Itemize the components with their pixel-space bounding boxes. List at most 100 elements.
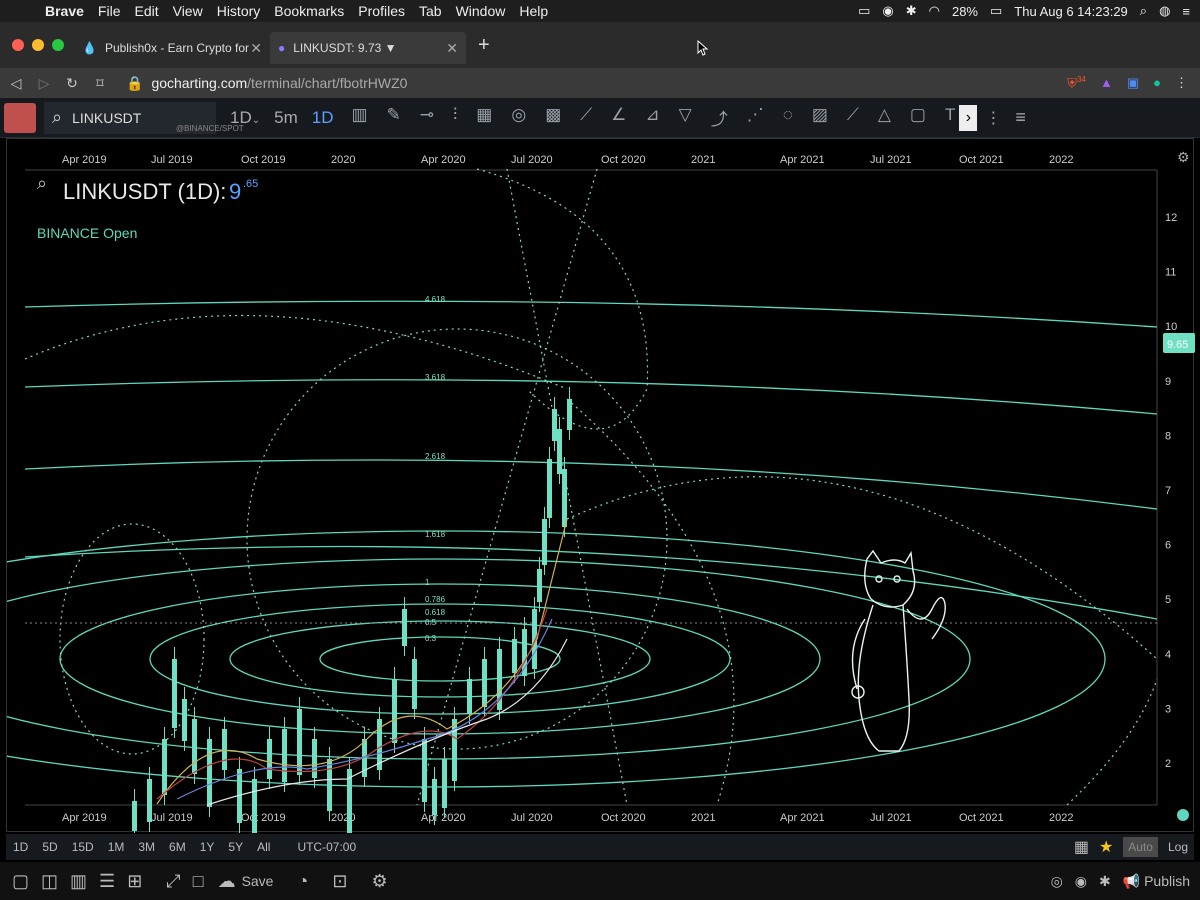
vertical-line-icon[interactable]: ⫶ bbox=[453, 105, 457, 130]
grid-icon[interactable]: ▦ bbox=[476, 105, 492, 130]
fib-circle-icon[interactable]: ◌ bbox=[783, 105, 793, 130]
timezone-label[interactable]: UTC-07:00 bbox=[297, 840, 356, 854]
range-5d[interactable]: 5D bbox=[35, 840, 64, 854]
minimize-window-button[interactable] bbox=[32, 39, 44, 51]
fib-grid-icon[interactable]: ▩ bbox=[545, 105, 561, 130]
bluetooth-icon[interactable]: ✱ bbox=[906, 3, 917, 19]
candlestick-icon[interactable]: ▥ bbox=[351, 105, 367, 130]
y-tick-label: 4 bbox=[1165, 649, 1171, 661]
bookmark-icon[interactable]: ⌑ bbox=[88, 75, 112, 92]
range-1m[interactable]: 1M bbox=[101, 840, 132, 854]
spotlight-search-icon[interactable]: ⌕ bbox=[1140, 3, 1147, 19]
add-chart-icon[interactable]: ⊡ bbox=[332, 871, 347, 892]
hamburger-menu-icon[interactable]: ≡ bbox=[1015, 107, 1026, 128]
layout-split-icon[interactable]: ◫ bbox=[41, 871, 58, 892]
grammarly-extension-icon[interactable]: ● bbox=[1153, 75, 1161, 91]
chart-area[interactable]: Apr 2019 Jul 2019 Oct 2019 2020 Apr 2020 Jul … bbox=[0, 138, 1195, 856]
battery-icon[interactable]: ▭ bbox=[990, 3, 1002, 19]
timeframe-5m-button[interactable]: 5m bbox=[274, 108, 298, 128]
spiral-icon[interactable]: ◎ bbox=[511, 105, 526, 130]
symbol-search-box[interactable]: ⌕ LINKUSDT @BINANCE/SPOT bbox=[44, 101, 244, 134]
x-tick-label: Jul 2021 bbox=[870, 812, 912, 824]
menu-window[interactable]: Window bbox=[449, 3, 513, 19]
angle-icon[interactable]: ∠ bbox=[611, 105, 626, 130]
close-tab-icon[interactable]: ✕ bbox=[446, 40, 458, 57]
ray-icon[interactable]: ⟋ bbox=[847, 105, 859, 130]
new-tab-button[interactable]: + bbox=[478, 34, 490, 57]
bug-icon[interactable]: ✱ bbox=[1099, 873, 1111, 890]
menu-app-name[interactable]: Brave bbox=[38, 3, 91, 19]
menu-bookmarks[interactable]: Bookmarks bbox=[267, 3, 351, 19]
brave-shield-icon[interactable]: ⛨34 bbox=[1067, 75, 1086, 91]
grid-toggle-icon[interactable]: ▦ bbox=[1074, 837, 1089, 857]
chart-canvas[interactable]: Apr 2019 Jul 2019 Oct 2019 2020 Apr 2020 Jul … bbox=[0, 139, 1195, 856]
pencil-icon[interactable]: ✎ bbox=[387, 105, 401, 130]
range-5y[interactable]: 5Y bbox=[221, 840, 250, 854]
cloud-icon[interactable]: ☁ bbox=[218, 871, 236, 892]
clock[interactable]: Thu Aug 6 14:23:29 bbox=[1014, 4, 1127, 19]
publish-button[interactable]: 📢 Publish bbox=[1123, 873, 1190, 890]
skype-icon[interactable]: ◉ bbox=[882, 3, 893, 19]
square-icon[interactable]: □ bbox=[193, 871, 204, 892]
trend-line-icon[interactable]: ⟋ bbox=[580, 105, 592, 130]
browser-menu-icon[interactable]: ⋮ bbox=[1175, 75, 1188, 91]
forward-icon[interactable]: ▷ bbox=[32, 75, 56, 92]
scroll-indicator[interactable] bbox=[1177, 809, 1189, 821]
range-1y[interactable]: 1Y bbox=[193, 840, 222, 854]
more-options-icon[interactable]: ⋮ bbox=[985, 108, 1001, 128]
menu-help[interactable]: Help bbox=[512, 3, 555, 19]
layout-single-icon[interactable]: ▢ bbox=[12, 871, 29, 892]
fullscreen-icon[interactable]: ⤢ bbox=[166, 871, 180, 892]
auto-scale-button[interactable]: Auto bbox=[1123, 837, 1158, 857]
layout-triple-icon[interactable]: ▥ bbox=[70, 871, 87, 892]
tab-linkusdt[interactable]: ● LINKUSDT: 9.73 ▼ ✕ bbox=[270, 32, 466, 64]
log-scale-button[interactable]: Log bbox=[1168, 840, 1188, 854]
reload-icon[interactable]: ↻ bbox=[60, 75, 84, 92]
close-tab-icon[interactable]: ✕ bbox=[250, 40, 262, 57]
tab-publish0x[interactable]: 💧 Publish0x - Earn Crypto for Publ ✕ bbox=[74, 32, 270, 64]
wifi-icon[interactable]: ◠ bbox=[929, 3, 940, 19]
menu-tab[interactable]: Tab bbox=[412, 3, 449, 19]
layout-rows-icon[interactable]: ☰ bbox=[99, 871, 115, 892]
range-1d[interactable]: 1D bbox=[6, 840, 35, 854]
star-icon[interactable]: ★ bbox=[1099, 837, 1113, 857]
range-3m[interactable]: 3M bbox=[131, 840, 162, 854]
text-icon[interactable]: T bbox=[945, 105, 955, 130]
fib-fan-icon[interactable]: ⊿ bbox=[645, 105, 659, 130]
layout-quad-icon[interactable]: ⊞ bbox=[127, 871, 142, 892]
range-15d[interactable]: 15D bbox=[65, 840, 101, 854]
back-icon[interactable]: ◁ bbox=[4, 75, 28, 92]
close-window-button[interactable] bbox=[12, 39, 24, 51]
timeframe-1d-button[interactable]: 1D bbox=[312, 108, 334, 128]
chat-icon[interactable]: ◎ bbox=[1051, 873, 1063, 890]
gann-fan-icon[interactable]: ⋰ bbox=[747, 105, 764, 130]
horizontal-line-icon[interactable]: ⊸ bbox=[420, 105, 434, 130]
screen-icon[interactable]: ▭ bbox=[858, 3, 870, 19]
zoom-icon[interactable]: ⌕ bbox=[37, 173, 47, 193]
filter-icon[interactable]: ▽ bbox=[679, 105, 692, 130]
menu-profiles[interactable]: Profiles bbox=[351, 3, 412, 19]
settings-gear-icon[interactable]: ⚙ bbox=[1177, 149, 1190, 165]
save-button[interactable]: Save bbox=[242, 873, 274, 889]
zoom-window-button[interactable] bbox=[52, 39, 64, 51]
range-all[interactable]: All bbox=[250, 840, 277, 854]
menu-history[interactable]: History bbox=[210, 3, 268, 19]
settings-icon[interactable]: ⚙ bbox=[371, 871, 387, 892]
ripndip-logo[interactable] bbox=[4, 102, 36, 133]
chevron-right-icon[interactable]: › bbox=[959, 104, 978, 131]
menu-file[interactable]: File bbox=[91, 3, 128, 19]
rectangle-icon[interactable]: ▢ bbox=[910, 105, 926, 130]
image-icon[interactable]: ▨ bbox=[812, 105, 828, 130]
menu-edit[interactable]: Edit bbox=[127, 3, 165, 19]
menu-view[interactable]: View bbox=[166, 3, 210, 19]
range-6m[interactable]: 6M bbox=[162, 840, 193, 854]
url-field[interactable]: 🔒 gocharting.com/terminal/chart/fbotrHWZ… bbox=[126, 75, 407, 92]
translate-extension-icon[interactable]: ▣ bbox=[1127, 75, 1139, 91]
discord-icon[interactable]: ◉ bbox=[1075, 873, 1087, 890]
siri-icon[interactable]: ◍ bbox=[1159, 3, 1170, 19]
alert-clock-icon[interactable]: ◔ bbox=[297, 871, 308, 892]
control-center-icon[interactable]: ≡ bbox=[1182, 4, 1190, 19]
triangle-icon[interactable]: △ bbox=[878, 105, 891, 130]
brave-rewards-icon[interactable]: ▲ bbox=[1100, 75, 1113, 91]
curve-icon[interactable]: ⤴ bbox=[711, 105, 728, 130]
